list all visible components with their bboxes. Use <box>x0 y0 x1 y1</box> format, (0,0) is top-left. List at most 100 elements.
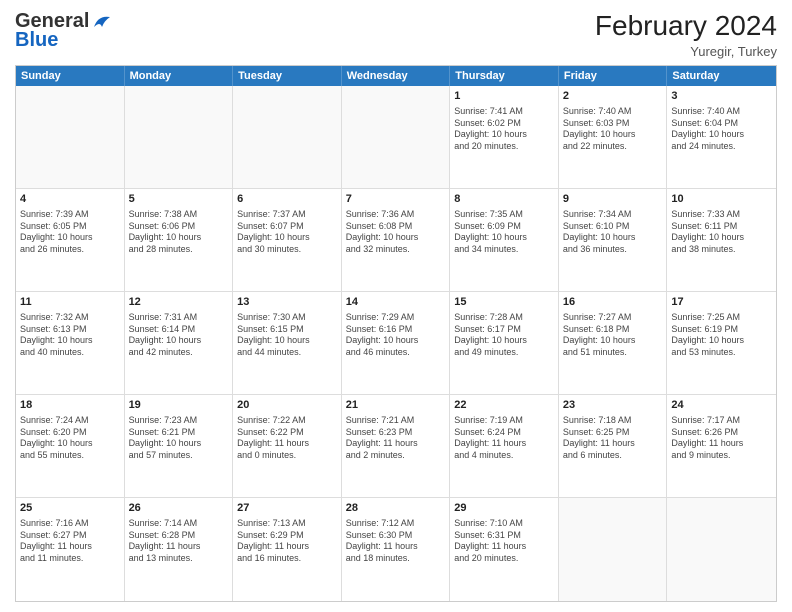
calendar-cell <box>559 498 668 601</box>
calendar-cell: 18Sunrise: 7:24 AM Sunset: 6:20 PM Dayli… <box>16 395 125 497</box>
day-info: Sunrise: 7:13 AM Sunset: 6:29 PM Dayligh… <box>237 518 337 565</box>
calendar-cell: 2Sunrise: 7:40 AM Sunset: 6:03 PM Daylig… <box>559 86 668 188</box>
day-header-thursday: Thursday <box>450 66 559 86</box>
calendar-cell: 12Sunrise: 7:31 AM Sunset: 6:14 PM Dayli… <box>125 292 234 394</box>
calendar-row-1: 4 Sunrise: 7:39 AM Sunset: 6:05 PM Daylig… <box>16 189 776 292</box>
day-header-wednesday: Wednesday <box>342 66 451 86</box>
page: General Blue February 2024 Yuregir, Turk… <box>0 0 792 612</box>
calendar-cell <box>125 86 234 188</box>
day-info: Sunrise: 7:22 AM Sunset: 6:22 PM Dayligh… <box>237 415 337 462</box>
calendar-cell: 10 Sunrise: 7:33 AM Sunset: 6:11 PM Dayli… <box>667 189 776 291</box>
day-number: 10 <box>671 192 772 207</box>
day-info: Sunrise: 7:39 AM Sunset: 6:05 PM Dayligh… <box>20 209 120 256</box>
day-number: 23 <box>563 398 663 413</box>
day-info: Sunrise: 7:27 AM Sunset: 6:18 PM Dayligh… <box>563 312 663 359</box>
title-block: February 2024 Yuregir, Turkey <box>595 10 777 59</box>
day-info: Sunrise: 7:19 AM Sunset: 6:24 PM Dayligh… <box>454 415 554 462</box>
day-header-sunday: Sunday <box>16 66 125 86</box>
calendar-cell: 5 Sunrise: 7:38 AM Sunset: 6:06 PM Daylig… <box>125 189 234 291</box>
day-info: Sunrise: 7:25 AM Sunset: 6:19 PM Dayligh… <box>671 312 772 359</box>
day-number: 19 <box>129 398 229 413</box>
calendar-cell: 9Sunrise: 7:34 AM Sunset: 6:10 PM Daylig… <box>559 189 668 291</box>
day-info: Sunrise: 7:28 AM Sunset: 6:17 PM Dayligh… <box>454 312 554 359</box>
calendar-cell: 23Sunrise: 7:18 AM Sunset: 6:25 PM Dayli… <box>559 395 668 497</box>
header: General Blue February 2024 Yuregir, Turk… <box>15 10 777 59</box>
calendar-cell: 24Sunrise: 7:17 AM Sunset: 6:26 PM Dayli… <box>667 395 776 497</box>
calendar-cell: 16 Sunrise: 7:27 AM Sunset: 6:18 PM Dayli… <box>559 292 668 394</box>
calendar-body: 1 Sunrise: 7:41 AM Sunset: 6:02 PM Daylig… <box>16 86 776 601</box>
day-info: Sunrise: 7:14 AM Sunset: 6:28 PM Dayligh… <box>129 518 229 565</box>
calendar-cell <box>342 86 451 188</box>
location-subtitle: Yuregir, Turkey <box>595 44 777 59</box>
month-title: February 2024 <box>595 10 777 42</box>
day-number: 6 <box>237 192 337 207</box>
logo: General Blue <box>15 10 113 52</box>
day-info: Sunrise: 7:36 AM Sunset: 6:08 PM Dayligh… <box>346 209 446 256</box>
day-number: 22 <box>454 398 554 413</box>
day-number: 18 <box>20 398 120 413</box>
day-info: Sunrise: 7:35 AM Sunset: 6:09 PM Dayligh… <box>454 209 554 256</box>
day-info: Sunrise: 7:17 AM Sunset: 6:26 PM Dayligh… <box>671 415 772 462</box>
day-number: 16 <box>563 295 663 310</box>
calendar-cell: 28 Sunrise: 7:12 AM Sunset: 6:30 PM Dayli… <box>342 498 451 601</box>
calendar-row-3: 18Sunrise: 7:24 AM Sunset: 6:20 PM Dayli… <box>16 395 776 498</box>
calendar-cell <box>16 86 125 188</box>
calendar-cell <box>233 86 342 188</box>
day-info: Sunrise: 7:33 AM Sunset: 6:11 PM Dayligh… <box>671 209 772 256</box>
day-number: 28 <box>346 501 446 516</box>
calendar-cell: 14Sunrise: 7:29 AM Sunset: 6:16 PM Dayli… <box>342 292 451 394</box>
day-info: Sunrise: 7:30 AM Sunset: 6:15 PM Dayligh… <box>237 312 337 359</box>
day-number: 25 <box>20 501 120 516</box>
day-header-tuesday: Tuesday <box>233 66 342 86</box>
day-number: 3 <box>671 89 772 104</box>
day-header-friday: Friday <box>559 66 668 86</box>
day-number: 20 <box>237 398 337 413</box>
calendar-cell: 21Sunrise: 7:21 AM Sunset: 6:23 PM Dayli… <box>342 395 451 497</box>
day-number: 26 <box>129 501 229 516</box>
calendar: SundayMondayTuesdayWednesdayThursdayFrid… <box>15 65 777 602</box>
calendar-cell: 6 Sunrise: 7:37 AM Sunset: 6:07 PM Daylig… <box>233 189 342 291</box>
calendar-cell: 20 Sunrise: 7:22 AM Sunset: 6:22 PM Dayli… <box>233 395 342 497</box>
day-number: 4 <box>20 192 120 207</box>
day-info: Sunrise: 7:32 AM Sunset: 6:13 PM Dayligh… <box>20 312 120 359</box>
calendar-cell: 17 Sunrise: 7:25 AM Sunset: 6:19 PM Dayli… <box>667 292 776 394</box>
day-number: 29 <box>454 501 554 516</box>
calendar-cell: 8Sunrise: 7:35 AM Sunset: 6:09 PM Daylig… <box>450 189 559 291</box>
calendar-cell: 25Sunrise: 7:16 AM Sunset: 6:27 PM Dayli… <box>16 498 125 601</box>
calendar-cell: 26 Sunrise: 7:14 AM Sunset: 6:28 PM Dayli… <box>125 498 234 601</box>
day-number: 7 <box>346 192 446 207</box>
calendar-cell: 3 Sunrise: 7:40 AM Sunset: 6:04 PM Daylig… <box>667 86 776 188</box>
day-info: Sunrise: 7:12 AM Sunset: 6:30 PM Dayligh… <box>346 518 446 565</box>
calendar-header: SundayMondayTuesdayWednesdayThursdayFrid… <box>16 66 776 86</box>
calendar-row-2: 11 Sunrise: 7:32 AM Sunset: 6:13 PM Dayli… <box>16 292 776 395</box>
calendar-cell: 7 Sunrise: 7:36 AM Sunset: 6:08 PM Daylig… <box>342 189 451 291</box>
day-info: Sunrise: 7:31 AM Sunset: 6:14 PM Dayligh… <box>129 312 229 359</box>
day-number: 21 <box>346 398 446 413</box>
day-info: Sunrise: 7:37 AM Sunset: 6:07 PM Dayligh… <box>237 209 337 256</box>
calendar-cell: 22 Sunrise: 7:19 AM Sunset: 6:24 PM Dayli… <box>450 395 559 497</box>
day-number: 1 <box>454 89 554 104</box>
day-number: 17 <box>671 295 772 310</box>
day-info: Sunrise: 7:40 AM Sunset: 6:04 PM Dayligh… <box>671 106 772 153</box>
calendar-cell: 15 Sunrise: 7:28 AM Sunset: 6:17 PM Dayli… <box>450 292 559 394</box>
day-info: Sunrise: 7:40 AM Sunset: 6:03 PM Dayligh… <box>563 106 663 153</box>
calendar-cell: 29Sunrise: 7:10 AM Sunset: 6:31 PM Dayli… <box>450 498 559 601</box>
day-header-saturday: Saturday <box>667 66 776 86</box>
calendar-cell: 27 Sunrise: 7:13 AM Sunset: 6:29 PM Dayli… <box>233 498 342 601</box>
day-info: Sunrise: 7:34 AM Sunset: 6:10 PM Dayligh… <box>563 209 663 256</box>
day-info: Sunrise: 7:41 AM Sunset: 6:02 PM Dayligh… <box>454 106 554 153</box>
day-info: Sunrise: 7:38 AM Sunset: 6:06 PM Dayligh… <box>129 209 229 256</box>
day-number: 5 <box>129 192 229 207</box>
calendar-cell: 1 Sunrise: 7:41 AM Sunset: 6:02 PM Daylig… <box>450 86 559 188</box>
day-header-monday: Monday <box>125 66 234 86</box>
day-number: 27 <box>237 501 337 516</box>
calendar-row-0: 1 Sunrise: 7:41 AM Sunset: 6:02 PM Daylig… <box>16 86 776 189</box>
calendar-cell: 11 Sunrise: 7:32 AM Sunset: 6:13 PM Dayli… <box>16 292 125 394</box>
day-number: 15 <box>454 295 554 310</box>
logo-blue: Blue <box>15 29 58 52</box>
calendar-cell: 19Sunrise: 7:23 AM Sunset: 6:21 PM Dayli… <box>125 395 234 497</box>
calendar-cell: 4 Sunrise: 7:39 AM Sunset: 6:05 PM Daylig… <box>16 189 125 291</box>
day-number: 11 <box>20 295 120 310</box>
day-number: 14 <box>346 295 446 310</box>
calendar-row-4: 25Sunrise: 7:16 AM Sunset: 6:27 PM Dayli… <box>16 498 776 601</box>
